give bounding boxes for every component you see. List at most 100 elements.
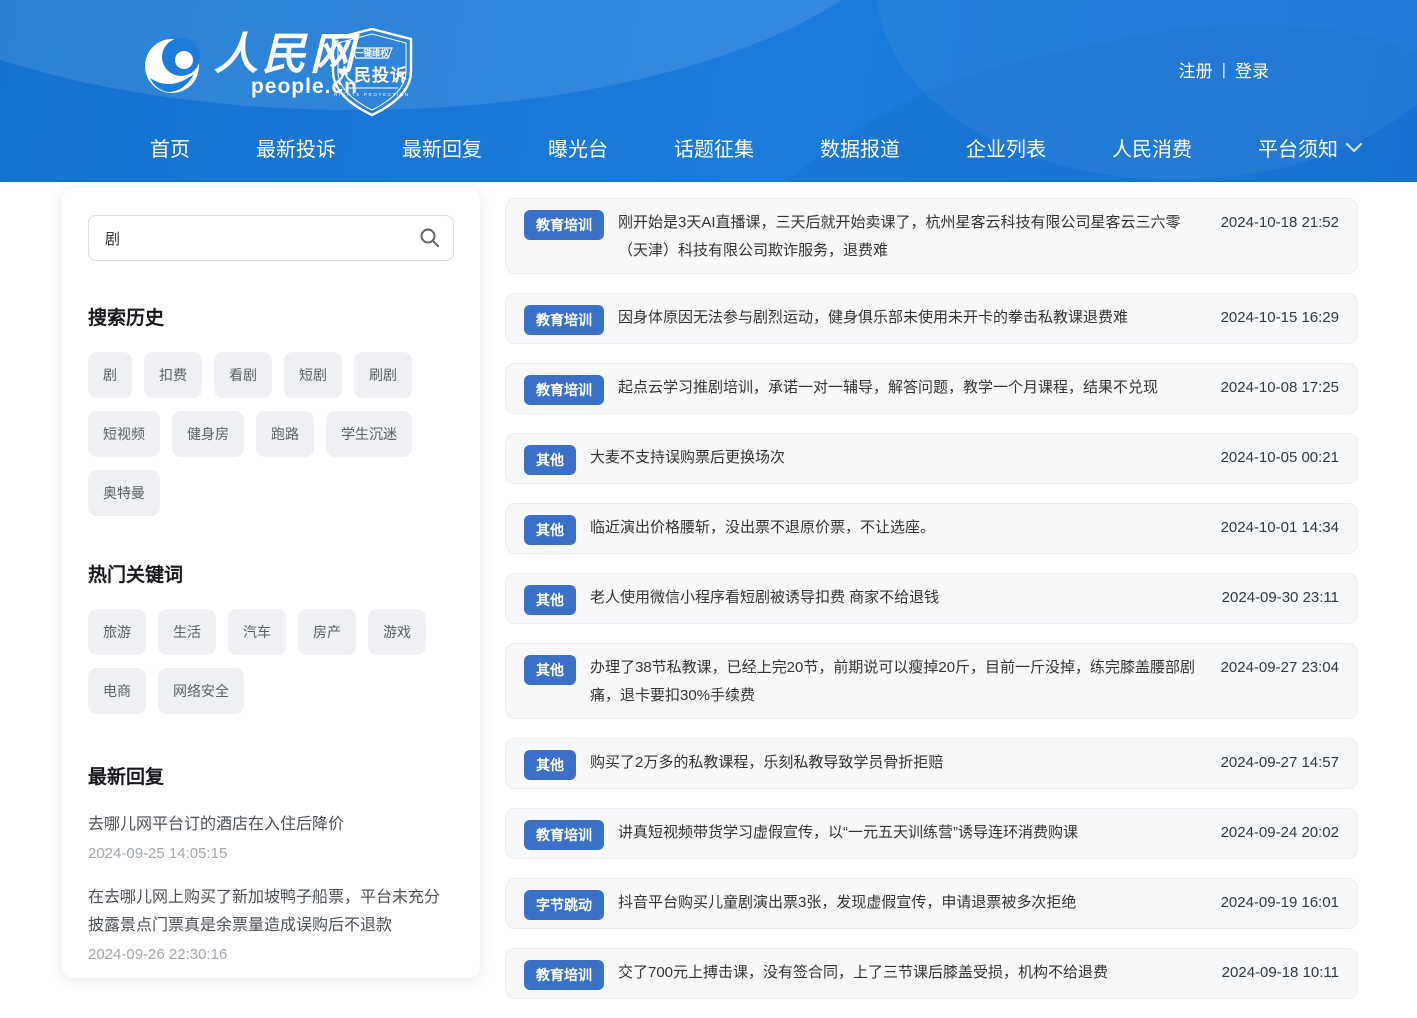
complaint-text: 讲真短视频带货学习虚假宣传，以“一元五天训练营”诱导连环消费购课: [618, 817, 1203, 847]
complaint-text: 刚开始是3天AI直播课，三天后就开始卖课了，杭州星客云科技有限公司星客云三六零（…: [618, 207, 1203, 265]
complaint-text: 大麦不支持误购票后更换场次: [590, 442, 1203, 472]
main-navigation: 首页最新投诉最新回复曝光台话题征集数据报道企业列表人民消费 平台须知: [150, 133, 1330, 162]
complaint-category-badge: 教育培训: [524, 375, 604, 405]
complaint-category-badge: 教育培训: [524, 960, 604, 990]
reply-text: 去哪儿网平台订的酒店在入住后降价: [88, 811, 454, 839]
search-history-tags: 剧扣费看剧短剧刷剧短视频健身房跑路学生沉迷奥特曼: [88, 352, 454, 516]
search-history-title: 搜索历史: [88, 303, 454, 330]
search-history-tag[interactable]: 刷剧: [354, 352, 412, 398]
complaint-date: 2024-10-05 00:21: [1221, 442, 1339, 472]
auth-divider: |: [1222, 60, 1226, 80]
hot-keyword-tag[interactable]: 汽车: [228, 609, 286, 655]
complaint-category-badge: 其他: [524, 750, 576, 780]
reply-date: 2024-09-26 22:30:16: [88, 946, 454, 963]
complaint-category-badge: 教育培训: [524, 820, 604, 850]
hot-keywords-title: 热门关键词: [88, 560, 454, 587]
complaint-category-badge: 教育培训: [524, 210, 604, 240]
shield-title-text: 人民投诉: [336, 65, 408, 85]
register-link[interactable]: 注册: [1179, 57, 1213, 82]
complaint-text: 交了700元上搏击课，没有签合同，上了三节课后膝盖受损，机构不给退费: [618, 957, 1204, 987]
latest-replies-list: 去哪儿网平台订的酒店在入住后降价 2024-09-25 14:05:15 在去哪…: [88, 811, 454, 963]
complaint-date: 2024-09-24 20:02: [1221, 817, 1339, 847]
search-history-tag[interactable]: 扣费: [144, 352, 202, 398]
moon-globe-icon: [140, 34, 204, 98]
shield-ribbon-text: 一键维权: [355, 48, 390, 58]
login-link[interactable]: 登录: [1235, 57, 1269, 82]
complaint-category-badge: 教育培训: [524, 305, 604, 335]
search-history-tag[interactable]: 看剧: [214, 352, 272, 398]
complaint-text: 购买了2万多的私教课程，乐刻私教导致学员骨折拒赔: [590, 747, 1203, 777]
complaint-category-badge: 其他: [524, 515, 576, 545]
search-history-tag[interactable]: 短剧: [284, 352, 342, 398]
complaint-row[interactable]: 教育培训 因身体原因无法参与剧烈运动，健身俱乐部未使用未开卡的拳击私教课退费难 …: [505, 293, 1358, 344]
reply-text: 在去哪儿网上购买了新加坡鸭子船票，平台未充分披露景点门票真是余票量造成误购后不退…: [88, 884, 454, 940]
complaint-date: 2024-10-15 16:29: [1221, 302, 1339, 332]
complaint-category-badge: 其他: [524, 655, 576, 685]
hot-keyword-tag[interactable]: 旅游: [88, 609, 146, 655]
hot-keyword-tag[interactable]: 生活: [158, 609, 216, 655]
nav-item[interactable]: 最新投诉: [256, 133, 336, 162]
latest-replies-title: 最新回复: [88, 762, 454, 789]
search-history-tag[interactable]: 剧: [88, 352, 132, 398]
search-history-tag[interactable]: 奥特曼: [88, 470, 160, 516]
complaint-text: 老人使用微信小程序看短剧被诱导扣费 商家不给退钱: [590, 582, 1204, 612]
site-header: 人民网 people.cn 一键维权 人民投诉 RIGHTS PROTECTIO…: [0, 0, 1417, 182]
hot-keyword-tag[interactable]: 电商: [88, 668, 146, 714]
complaint-row[interactable]: 字节跳动 抖音平台购买儿童剧演出票3张，发现虚假宣传，申请退票被多次拒绝 202…: [505, 878, 1358, 929]
complaint-row[interactable]: 其他 老人使用微信小程序看短剧被诱导扣费 商家不给退钱 2024-09-30 2…: [505, 573, 1358, 624]
complaint-date: 2024-09-19 16:01: [1221, 887, 1339, 917]
complaint-text: 因身体原因无法参与剧烈运动，健身俱乐部未使用未开卡的拳击私教课退费难: [618, 302, 1203, 332]
search-history-tag[interactable]: 学生沉迷: [326, 411, 412, 457]
complaint-date: 2024-10-08 17:25: [1221, 372, 1339, 402]
complaint-category-badge: 字节跳动: [524, 890, 604, 920]
complaint-row[interactable]: 教育培训 交了700元上搏击课，没有签合同，上了三节课后膝盖受损，机构不给退费 …: [505, 948, 1358, 999]
complaint-text: 起点云学习推剧培训，承诺一对一辅导，解答问题，教学一个月课程，结果不兑现: [618, 372, 1203, 402]
search-history-tag[interactable]: 跑路: [256, 411, 314, 457]
nav-item[interactable]: 最新回复: [402, 133, 482, 162]
hot-keyword-tag[interactable]: 网络安全: [158, 668, 244, 714]
complaint-text: 抖音平台购买儿童剧演出票3张，发现虚假宣传，申请退票被多次拒绝: [618, 887, 1203, 917]
complaint-shield-logo[interactable]: 一键维权 人民投诉 RIGHTS PROTECTION: [322, 26, 422, 123]
complaint-text: 办理了38节私教课，已经上完20节，前期说可以瘦掉20斤，目前一斤没掉，练完膝盖…: [590, 652, 1203, 710]
complaint-row[interactable]: 教育培训 起点云学习推剧培训，承诺一对一辅导，解答问题，教学一个月课程，结果不兑…: [505, 363, 1358, 414]
search-history-tag[interactable]: 短视频: [88, 411, 160, 457]
search-input[interactable]: [88, 215, 454, 261]
nav-dropdown-label: 平台须知: [1258, 133, 1338, 162]
chevron-down-icon: [1346, 143, 1362, 153]
nav-item[interactable]: 数据报道: [820, 133, 900, 162]
nav-item[interactable]: 人民消费: [1112, 133, 1192, 162]
complaint-row[interactable]: 教育培训 刚开始是3天AI直播课，三天后就开始卖课了，杭州星客云科技有限公司星客…: [505, 198, 1358, 274]
reply-item[interactable]: 在去哪儿网上购买了新加坡鸭子船票，平台未充分披露景点门票真是余票量造成误购后不退…: [88, 884, 454, 963]
nav-item[interactable]: 话题征集: [674, 133, 754, 162]
complaint-date: 2024-10-18 21:52: [1221, 207, 1339, 237]
shield-subtitle-text: RIGHTS PROTECTION: [334, 92, 410, 97]
complaint-row[interactable]: 其他 购买了2万多的私教课程，乐刻私教导致学员骨折拒赔 2024-09-27 1…: [505, 738, 1358, 789]
shield-badge-icon: 一键维权 人民投诉 RIGHTS PROTECTION: [322, 26, 422, 118]
complaint-text: 临近演出价格腰斩，没出票不退原价票，不让选座。: [590, 512, 1203, 542]
complaint-date: 2024-10-01 14:34: [1221, 512, 1339, 542]
reply-item[interactable]: 去哪儿网平台订的酒店在入住后降价 2024-09-25 14:05:15: [88, 811, 454, 862]
search-icon[interactable]: [419, 227, 440, 248]
hot-keyword-tag[interactable]: 房产: [298, 609, 356, 655]
complaint-date: 2024-09-27 23:04: [1221, 652, 1339, 682]
complaint-category-badge: 其他: [524, 585, 576, 615]
complaint-row[interactable]: 其他 大麦不支持误购票后更换场次 2024-10-05 00:21: [505, 433, 1358, 484]
hot-keyword-tag[interactable]: 游戏: [368, 609, 426, 655]
nav-item-platform-notice[interactable]: 平台须知: [1258, 133, 1362, 162]
complaint-date: 2024-09-18 10:11: [1222, 957, 1339, 987]
sidebar-panel: 搜索历史 剧扣费看剧短剧刷剧短视频健身房跑路学生沉迷奥特曼 热门关键词 旅游生活…: [62, 188, 480, 978]
complaint-row[interactable]: 其他 临近演出价格腰斩，没出票不退原价票，不让选座。 2024-10-01 14…: [505, 503, 1358, 554]
complaint-row[interactable]: 教育培训 讲真短视频带货学习虚假宣传，以“一元五天训练营”诱导连环消费购课 20…: [505, 808, 1358, 859]
complaint-row[interactable]: 其他 办理了38节私教课，已经上完20节，前期说可以瘦掉20斤，目前一斤没掉，练…: [505, 643, 1358, 719]
nav-item[interactable]: 企业列表: [966, 133, 1046, 162]
complaint-list: 教育培训 刚开始是3天AI直播课，三天后就开始卖课了，杭州星客云科技有限公司星客…: [505, 198, 1358, 1018]
complaint-date: 2024-09-30 23:11: [1222, 582, 1339, 612]
complaint-category-badge: 其他: [524, 445, 576, 475]
search-history-tag[interactable]: 健身房: [172, 411, 244, 457]
hot-keyword-tags: 旅游生活汽车房产游戏电商网络安全: [88, 609, 454, 714]
nav-item[interactable]: 首页: [150, 133, 190, 162]
nav-item[interactable]: 曝光台: [548, 133, 608, 162]
reply-date: 2024-09-25 14:05:15: [88, 845, 454, 862]
auth-links: 注册 | 登录: [1179, 57, 1269, 82]
complaint-date: 2024-09-27 14:57: [1221, 747, 1339, 777]
